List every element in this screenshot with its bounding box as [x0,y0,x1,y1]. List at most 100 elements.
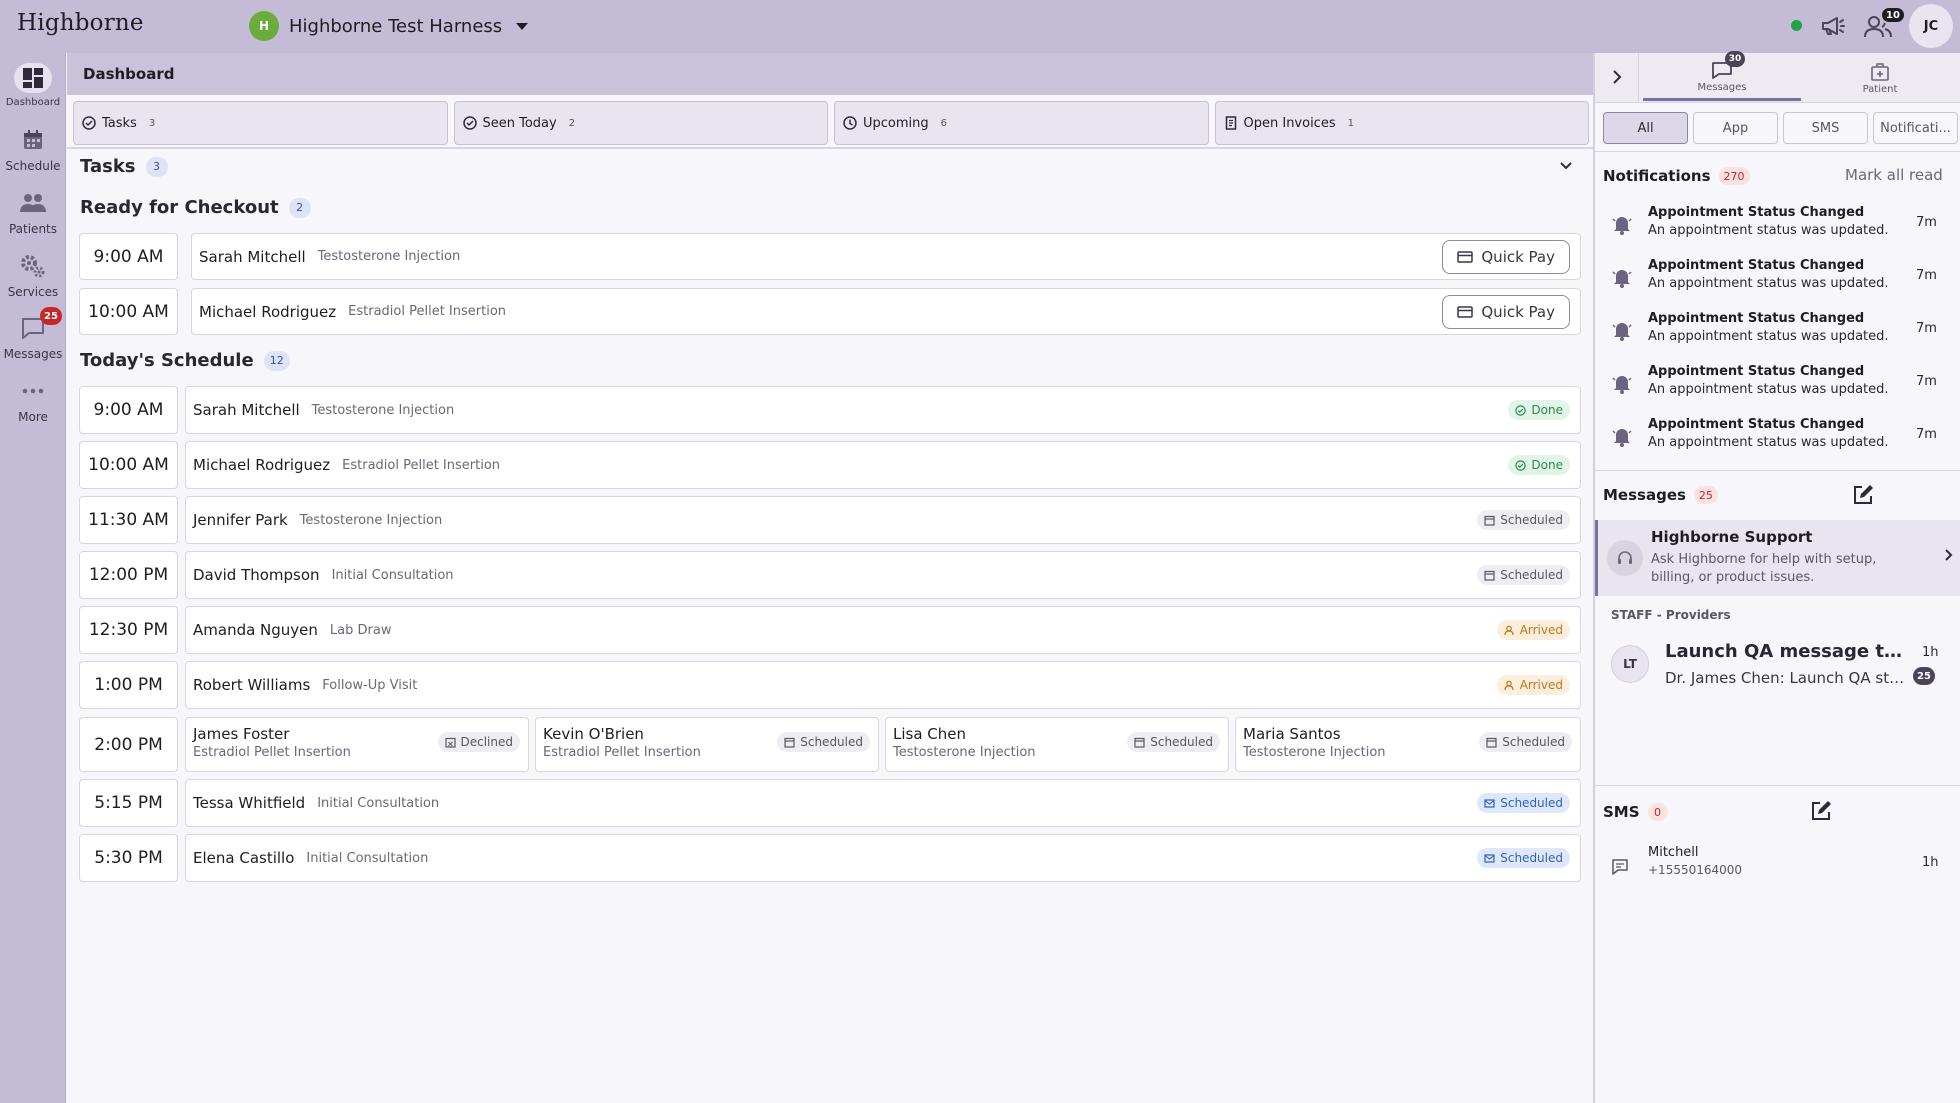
nav-label: Schedule [5,159,61,173]
schedule-time: 1:00 PM [79,661,178,709]
tab-messages[interactable]: 30 Messages [1643,51,1801,101]
nav-schedule[interactable]: Schedule [0,125,66,173]
nav-label: Services [7,285,59,299]
dashboard-icon [14,63,52,93]
appointment-card[interactable]: Maria Santos Testosterone Injection Sche… [1235,717,1581,772]
appointment-row[interactable]: Tessa Whitfield Initial Consultation Sched… [185,779,1581,827]
notification-item[interactable]: Appointment Status Changed An appointment… [1595,252,1960,304]
patient-name: Michael Rodriguez [199,302,337,321]
appointment-row[interactable]: Amanda Nguyen Lab Draw Arrived [185,606,1581,654]
notification-time: 7m [1916,427,1937,442]
status-badge: Scheduled [1477,565,1570,585]
divider [67,147,1593,149]
status-label: Scheduled [800,735,863,749]
appointment-card[interactable]: Lisa Chen Testosterone Injection Schedul… [885,717,1229,772]
schedule-time: 12:30 PM [79,606,178,654]
filter-sms[interactable]: SMS [1783,112,1868,144]
notification-item[interactable]: Appointment Status Changed An appointment… [1595,305,1960,357]
service-name: Initial Consultation [306,850,429,866]
status-badge: Arrived [1496,620,1570,640]
filter-all[interactable]: All [1603,112,1688,144]
checkout-heading: Ready for Checkout 2 [80,197,311,218]
message-filters: All App SMS Notificati... [1603,112,1958,144]
megaphone-icon[interactable] [1820,14,1846,38]
chevron-right-icon[interactable] [1608,68,1626,86]
tab-patient[interactable]: Patient [1801,55,1959,101]
nav-more[interactable]: More [0,376,66,424]
schedule-heading: Today's Schedule 12 [80,350,290,371]
org-switcher[interactable]: H Highborne Test Harness [249,11,529,41]
schedule-time: 11:30 AM [79,496,178,544]
appointment-row[interactable]: David Thompson Initial Consultation Schedu… [185,551,1581,599]
chevron-down-icon[interactable] [1558,158,1574,174]
check-circle-icon [462,116,477,130]
check-circle-icon [1515,459,1527,471]
service-name: Testosterone Injection [317,249,461,264]
nav-services[interactable]: Services [0,251,66,299]
divider [1595,785,1960,786]
notification-title: Appointment Status Changed [1648,417,1865,432]
notification-item[interactable]: Appointment Status Changed An appointment… [1595,411,1960,463]
nav-patients[interactable]: Patients [0,188,66,236]
app-logo[interactable]: Highborne [17,10,144,36]
section-title: Messages [1603,486,1686,504]
tab-upcoming[interactable]: Upcoming 6 [834,101,1209,145]
appointment-row[interactable]: Elena Castillo Initial Consultation Schedu… [185,834,1581,882]
nav-messages[interactable]: 25 Messages [0,307,66,361]
caret-down-icon [516,22,529,30]
sms-conversation[interactable]: Mitchell +15550164000 1h [1595,842,1960,888]
quick-pay-label: Quick Pay [1481,302,1555,321]
status-label: Done [1531,403,1563,417]
patient-name: Sarah Mitchell [199,247,306,266]
headset-icon [1607,540,1643,576]
appointment-row[interactable]: Robert Williams Follow-Up Visit Arrived [185,661,1581,709]
mark-all-read-link[interactable]: Mark all read [1845,166,1943,184]
user-avatar[interactable]: JC [1909,4,1953,48]
patient-name: Michael Rodriguez [193,456,331,474]
patient-name: Elena Castillo [193,849,295,867]
calendar-icon [1484,570,1495,581]
tab-open-invoices[interactable]: Open Invoices 1 [1214,101,1589,145]
more-icon [14,376,52,406]
status-label: Scheduled [1502,735,1565,749]
filter-notifications[interactable]: Notificati... [1873,112,1958,144]
compose-icon[interactable] [1852,484,1874,506]
calendar-icon [14,125,52,155]
notification-title: Appointment Status Changed [1648,311,1865,326]
appointment-card[interactable]: James Foster Estradiol Pellet Insertion … [185,717,529,772]
sms-time: 1h [1922,855,1939,870]
thread-title: Launch QA message thread [1665,641,1905,662]
appointment-row[interactable]: Jennifer Park Testosterone Injection Sched… [185,496,1581,544]
support-thread[interactable]: Highborne Support Ask Highborne for help… [1595,520,1960,596]
checkout-row[interactable]: Sarah Mitchell Testosterone Injection Qu… [191,233,1581,280]
message-thread[interactable]: LT Launch QA message thread Dr. James Ch… [1595,633,1960,713]
quick-pay-button[interactable]: Quick Pay [1442,239,1570,274]
appointment-row[interactable]: Michael Rodriguez Estradiol Pellet Insert… [185,441,1581,489]
tab-count: 1 [1347,117,1354,129]
notification-item[interactable]: Appointment Status Changed An appointment… [1595,199,1960,251]
status-badge: Done [1508,455,1570,475]
status-label: Scheduled [1150,735,1213,749]
schedule-time: 9:00 AM [79,386,178,434]
notification-title: Appointment Status Changed [1648,364,1865,379]
appointment-row[interactable]: Sarah Mitchell Testosterone Injection Done [185,386,1581,434]
quick-pay-button[interactable]: Quick Pay [1442,294,1570,329]
status-badge: Scheduled [1477,848,1570,868]
tab-tasks[interactable]: Tasks 3 [73,101,448,145]
appointment-card[interactable]: Kevin O'Brien Estradiol Pellet Insertion… [535,717,879,772]
nav-dashboard[interactable]: Dashboard [0,63,66,108]
envelope-icon [1484,853,1495,863]
compose-icon[interactable] [1810,800,1832,822]
sms-icon [1612,859,1628,875]
filter-app[interactable]: App [1693,112,1778,144]
calendar-icon [1486,737,1497,748]
divider [1595,151,1960,152]
notification-item[interactable]: Appointment Status Changed An appointment… [1595,358,1960,410]
tab-seen-today[interactable]: Seen Today 2 [453,101,828,145]
messages-count-badge: 25 [40,307,62,325]
org-avatar: H [249,11,279,41]
checkout-row[interactable]: Michael Rodriguez Estradiol Pellet Inser… [191,288,1581,335]
left-nav: Dashboard Schedule Patients Services 25 … [0,53,66,1103]
staff-group-label: STAFF - Providers [1611,608,1731,622]
divider [1595,470,1960,471]
